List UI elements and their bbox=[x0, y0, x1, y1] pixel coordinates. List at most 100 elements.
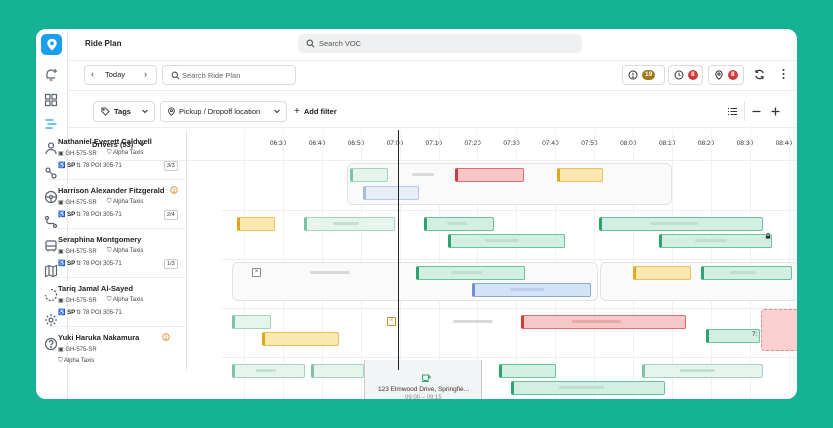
ride-segment[interactable] bbox=[311, 364, 364, 378]
driver-plate: ▣ GH-575-SR bbox=[58, 249, 97, 255]
ride-segment[interactable] bbox=[499, 364, 556, 378]
ride-segment[interactable] bbox=[262, 332, 339, 346]
driver-row[interactable]: Harrison Alexander Fitzgerald ▣ GH-575-S… bbox=[48, 179, 186, 229]
ride-segment[interactable] bbox=[350, 168, 388, 182]
search-icon bbox=[171, 71, 180, 80]
tags-filter-button[interactable]: Tags bbox=[93, 101, 155, 122]
map-pin-icon bbox=[168, 107, 175, 116]
break-block[interactable]: 123 Elmwood Drive, Springfie... 09:00 – … bbox=[364, 360, 482, 401]
ride-segment[interactable] bbox=[416, 266, 525, 280]
ride-segment[interactable] bbox=[557, 168, 603, 182]
blurred-text bbox=[572, 320, 621, 323]
list-view-icon[interactable] bbox=[727, 106, 738, 117]
tag-icon bbox=[101, 107, 110, 116]
blurred-text bbox=[450, 271, 482, 274]
lock-icon bbox=[765, 233, 771, 239]
ride-segment[interactable] bbox=[232, 315, 271, 329]
plate-text: GH-575-SR bbox=[65, 298, 97, 304]
sp-badge: ♿ SP bbox=[58, 310, 76, 316]
timeline-icon[interactable] bbox=[44, 117, 58, 131]
search-ride-plan-input[interactable]: Search Ride Plan bbox=[162, 65, 296, 85]
delays-count-badge: 8 bbox=[688, 70, 698, 80]
ride-segment[interactable] bbox=[363, 186, 419, 200]
driver-poi: ⇅ 78 POI 305-71 bbox=[76, 261, 122, 267]
blurred-text bbox=[559, 386, 604, 389]
break-address: 123 Elmwood Drive, Springfie... bbox=[378, 386, 470, 393]
alerts-counter-button[interactable]: 19 bbox=[622, 65, 665, 85]
driver-row[interactable]: Yuki Haruka Nakamura ▣ GH-575-SR ⛉ Alpha… bbox=[48, 326, 186, 375]
dashboard-icon[interactable] bbox=[44, 93, 58, 107]
plate-text: GH-575-SR bbox=[65, 151, 97, 157]
cancel-icon[interactable]: × bbox=[387, 317, 396, 326]
driver-poi: ⇅ 78 POI 305-71 bbox=[76, 310, 122, 316]
app-logo[interactable] bbox=[41, 34, 62, 55]
warning-icon bbox=[162, 333, 170, 341]
map-pin-icon bbox=[715, 70, 723, 80]
bell-plus-icon[interactable] bbox=[44, 68, 58, 82]
add-filter-label: Add filter bbox=[303, 107, 337, 116]
ride-segment[interactable] bbox=[511, 381, 665, 395]
today-button[interactable]: Today bbox=[105, 70, 125, 79]
locations-counter-button[interactable]: 8 bbox=[708, 65, 744, 85]
driver-company: ⛉ Alpha Taxis bbox=[58, 358, 95, 364]
clock-icon bbox=[674, 70, 684, 80]
blurred-label bbox=[310, 271, 350, 274]
driver-name: Harrison Alexander Fitzgerald bbox=[58, 186, 165, 195]
sp-badge: ♿ SP bbox=[58, 212, 76, 218]
ride-segment[interactable] bbox=[642, 364, 763, 378]
refresh-icon[interactable] bbox=[754, 69, 765, 80]
blurred-text bbox=[650, 222, 698, 225]
ride-segment[interactable] bbox=[472, 283, 591, 297]
pending-ride-slot[interactable] bbox=[761, 309, 799, 351]
alerts-count-badge: 19 bbox=[642, 70, 656, 80]
row-divider bbox=[222, 259, 797, 260]
driver-plate: ▣ GH-575-SR bbox=[58, 200, 97, 206]
chevron-down-icon bbox=[274, 109, 280, 114]
zoom-in-icon[interactable] bbox=[770, 106, 781, 117]
sp-text: SP bbox=[67, 310, 76, 316]
location-filter-label: Pickup / Dropoff location bbox=[179, 107, 261, 116]
row-divider bbox=[222, 210, 797, 211]
top-bar: Ride Plan Search VOC bbox=[68, 29, 797, 61]
driver-row[interactable]: Tariq Jamal Al-Sayed ▣ GH-575-SR ⛉ Alpha… bbox=[48, 277, 186, 327]
more-vertical-icon[interactable] bbox=[782, 68, 785, 80]
delays-counter-button[interactable]: 8 bbox=[668, 65, 703, 85]
driver-company: ⛉ Alpha Taxis bbox=[107, 248, 144, 254]
ride-segment[interactable] bbox=[232, 364, 305, 378]
ride-segment[interactable] bbox=[448, 234, 565, 248]
blurred-label bbox=[412, 173, 434, 176]
cancel-icon[interactable]: × bbox=[252, 268, 261, 277]
driver-name: Yuki Haruka Nakamura bbox=[58, 333, 140, 342]
plate-text: GH-575-SR bbox=[65, 200, 97, 206]
zoom-out-icon[interactable] bbox=[751, 106, 762, 117]
ride-segment[interactable] bbox=[633, 266, 691, 280]
ride-segment[interactable] bbox=[701, 266, 792, 280]
driver-row[interactable]: Nathaniel Everett Caldwell ▣ GH-575-SR ⛉… bbox=[48, 130, 186, 180]
driver-poi: ⇅ 78 POI 305-71 bbox=[76, 212, 122, 218]
prev-day-button[interactable]: ‹ bbox=[91, 69, 94, 79]
driver-plate: ▣ GH-575-SR bbox=[58, 151, 97, 157]
plus-icon: + bbox=[294, 106, 300, 117]
ride-segment[interactable] bbox=[521, 315, 686, 329]
location-filter-button[interactable]: Pickup / Dropoff location bbox=[160, 101, 287, 122]
ride-segment[interactable] bbox=[455, 168, 524, 182]
sp-badge: ♿ SP bbox=[58, 163, 76, 169]
drivers-list: Nathaniel Everett Caldwell ▣ GH-575-SR ⛉… bbox=[48, 130, 187, 370]
ride-segment[interactable] bbox=[304, 217, 395, 231]
poi-text: 78 POI 305-71 bbox=[82, 310, 122, 316]
ride-segment[interactable] bbox=[599, 217, 763, 231]
add-filter-button[interactable]: + Add filter bbox=[294, 106, 337, 117]
blurred-text bbox=[680, 369, 716, 372]
ride-segment[interactable] bbox=[237, 217, 275, 231]
ride-ratio: 1/3 bbox=[164, 259, 178, 269]
toolbar-divider bbox=[744, 101, 745, 121]
next-day-button[interactable]: › bbox=[144, 69, 147, 79]
date-toolbar: ‹ Today › Search Ride Plan 19 8 8 bbox=[68, 60, 797, 91]
ride-segment[interactable] bbox=[424, 217, 494, 231]
search-voc-input[interactable]: Search VOC bbox=[298, 34, 582, 53]
driver-row[interactable]: Seraphina Montgomery ▣ GH-575-SR ⛉ Alpha… bbox=[48, 228, 186, 278]
row-divider bbox=[222, 357, 797, 358]
blurred-text bbox=[255, 369, 277, 372]
tags-filter-label: Tags bbox=[114, 107, 131, 116]
ride-segment[interactable] bbox=[659, 234, 772, 248]
